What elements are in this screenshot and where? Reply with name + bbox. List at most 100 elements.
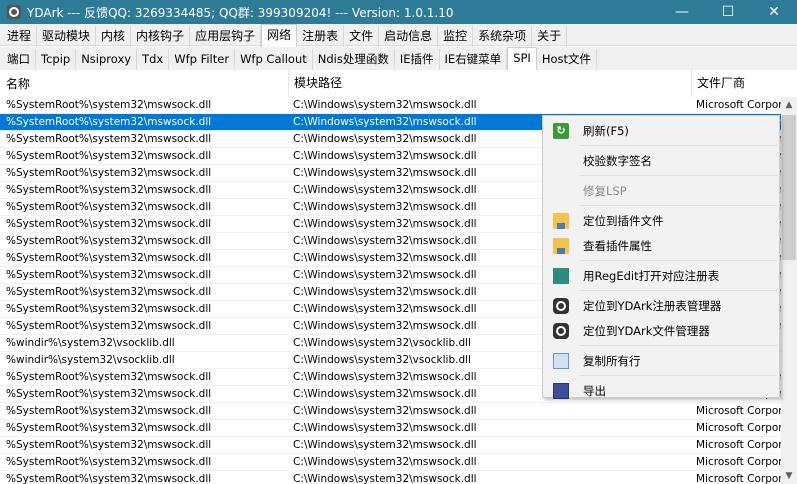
regedit-icon: [553, 267, 569, 284]
menu-item[interactable]: 修复LSP: [543, 178, 779, 203]
tab-main-4[interactable]: 应用层钩子: [190, 26, 262, 47]
column-header-path[interactable]: 模块路径: [288, 70, 691, 97]
cell-name: %windir%\system32\vsocklib.dll: [6, 337, 175, 349]
cell-name: %SystemRoot%\system32\mswsock.dll: [6, 201, 212, 213]
cell-path: C:\Windows\system32\mswsock.dll: [293, 422, 477, 434]
tab-main-9[interactable]: 监控: [438, 26, 474, 47]
tab-main-2[interactable]: 内核: [96, 26, 132, 47]
menu-separator: [580, 375, 777, 376]
cell-vendor: Microsoft Corpora: [696, 405, 781, 417]
window-title: YDArk --- 反馈QQ: 3269334485; QQ群: 3993092…: [27, 5, 454, 20]
cell-vendor: Microsoft Corpora: [696, 473, 781, 484]
tab-main-11[interactable]: 关于: [532, 26, 568, 47]
menu-separator: [580, 260, 777, 261]
menu-item[interactable]: 复制所有行: [543, 348, 779, 373]
table-row[interactable]: %SystemRoot%\system32\mswsock.dll C:\Wind…: [0, 97, 781, 114]
menu-item[interactable]: 定位到YDArk注册表管理器: [543, 293, 779, 318]
refresh-icon: ↻: [553, 122, 569, 139]
cell-name: %SystemRoot%\system32\mswsock.dll: [6, 320, 212, 332]
vertical-scrollbar[interactable]: ▲ ▼: [781, 97, 797, 484]
tab-main-7[interactable]: 文件: [344, 26, 380, 47]
cell-name: %SystemRoot%\system32\mswsock.dll: [6, 218, 212, 230]
app-gear-icon: [7, 5, 21, 19]
tab-sub-4[interactable]: Wfp Filter: [169, 49, 236, 70]
scroll-up-icon[interactable]: ▲: [781, 97, 797, 113]
tab-main-0[interactable]: 进程: [2, 26, 38, 47]
tab-main-1[interactable]: 驱动模块: [37, 26, 97, 47]
ydark-gear-icon: [553, 322, 569, 339]
tab-sub-8[interactable]: IE右键菜单: [440, 49, 508, 70]
menu-separator: [580, 205, 777, 206]
menu-item[interactable]: 导出: [543, 378, 779, 403]
tab-sub-9[interactable]: SPI: [507, 47, 537, 70]
menu-item[interactable]: ↻ 刷新(F5): [543, 118, 779, 143]
cell-name: %SystemRoot%\system32\mswsock.dll: [6, 456, 212, 468]
tab-sub-2[interactable]: Nsiproxy: [76, 49, 138, 70]
minimize-button[interactable]: —: [659, 0, 705, 24]
tab-sub-1[interactable]: Tcpip: [36, 49, 77, 70]
blank-icon: [553, 153, 569, 169]
cell-name: %SystemRoot%\system32\mswsock.dll: [6, 116, 212, 128]
table-row[interactable]: %SystemRoot%\system32\mswsock.dll C:\Wind…: [0, 471, 781, 484]
tab-sub-0[interactable]: 端口: [2, 49, 36, 70]
tab-main-10[interactable]: 系统杂项: [473, 26, 533, 47]
cell-name: %SystemRoot%\system32\mswsock.dll: [6, 371, 212, 383]
menu-item-label: 定位到YDArk文件管理器: [583, 323, 710, 338]
cell-path: C:\Windows\system32\mswsock.dll: [293, 439, 477, 451]
title-bar: YDArk --- 反馈QQ: 3269334485; QQ群: 3993092…: [0, 0, 797, 24]
cell-vendor: Microsoft Corpora: [696, 439, 781, 451]
table-row[interactable]: %SystemRoot%\system32\mswsock.dll C:\Wind…: [0, 420, 781, 437]
context-menu: ↻ 刷新(F5) 校验数字签名修复LSP 定位到插件文件查看插件属性用RegEdit打…: [542, 115, 780, 399]
cell-name: %SystemRoot%\system32\mswsock.dll: [6, 439, 212, 451]
cell-name: %SystemRoot%\system32\mswsock.dll: [6, 133, 212, 145]
menu-item-label: 用RegEdit打开对应注册表: [583, 268, 720, 283]
cell-name: %SystemRoot%\system32\mswsock.dll: [6, 252, 212, 264]
cell-path: C:\Windows\system32\mswsock.dll: [293, 456, 477, 468]
cell-name: %SystemRoot%\system32\mswsock.dll: [6, 388, 212, 400]
tab-main-8[interactable]: 启动信息: [379, 26, 439, 47]
menu-item[interactable]: 用RegEdit打开对应注册表: [543, 263, 779, 288]
cell-name: %SystemRoot%\system32\mswsock.dll: [6, 167, 212, 179]
menu-item-label: 定位到插件文件: [583, 213, 664, 228]
cell-name: %SystemRoot%\system32\mswsock.dll: [6, 235, 212, 247]
tab-sub-5[interactable]: Wfp Callout: [235, 49, 313, 70]
cell-path: C:\Windows\system32\mswsock.dll: [293, 99, 477, 111]
main-tab-bar: 进程 驱动模块 内核 内核钩子 应用层钩子 网络 注册表 文件 启动信息 监控 系统杂项 关于: [0, 24, 797, 47]
copy-icon: [553, 352, 569, 369]
menu-separator: [580, 290, 777, 291]
tab-sub-6[interactable]: Ndis处理函数: [313, 49, 395, 70]
table-row[interactable]: %SystemRoot%\system32\mswsock.dll C:\Wind…: [0, 403, 781, 420]
menu-item-label: 定位到YDArk注册表管理器: [583, 298, 722, 313]
maximize-button[interactable]: ☐: [705, 0, 751, 24]
tab-sub-3[interactable]: Tdx: [137, 49, 170, 70]
table-row[interactable]: %SystemRoot%\system32\mswsock.dll C:\Wind…: [0, 454, 781, 471]
menu-item[interactable]: 校验数字签名: [543, 148, 779, 173]
scroll-down-icon[interactable]: ▼: [781, 468, 797, 484]
column-header-vendor[interactable]: 文件厂商: [691, 70, 781, 97]
cell-path: C:\Windows\system32\mswsock.dll: [293, 405, 477, 417]
ydark-gear-icon: [553, 297, 569, 314]
menu-item[interactable]: 定位到YDArk文件管理器: [543, 318, 779, 343]
menu-item-label: 校验数字签名: [583, 153, 652, 168]
tab-main-6[interactable]: 注册表: [297, 26, 345, 47]
table-header: 名称 模块路径 文件厂商: [0, 70, 781, 97]
menu-separator: [580, 345, 777, 346]
table-row[interactable]: %SystemRoot%\system32\mswsock.dll C:\Wind…: [0, 437, 781, 454]
cell-path: C:\Windows\system32\mswsock.dll: [293, 473, 477, 484]
close-button[interactable]: ✕: [751, 0, 797, 24]
tab-sub-7[interactable]: IE插件: [395, 49, 440, 70]
cell-name: %SystemRoot%\system32\mswsock.dll: [6, 269, 212, 281]
tab-main-3[interactable]: 内核钩子: [131, 26, 191, 47]
cell-name: %SystemRoot%\system32\mswsock.dll: [6, 473, 212, 484]
cell-name: %SystemRoot%\system32\mswsock.dll: [6, 405, 212, 417]
tab-main-5[interactable]: 网络: [261, 24, 298, 47]
scroll-thumb[interactable]: [782, 115, 796, 260]
cell-vendor: Microsoft Corpora: [696, 456, 781, 468]
tab-sub-10[interactable]: Host文件: [537, 49, 598, 70]
column-header-name[interactable]: 名称: [0, 75, 288, 92]
cell-name: %SystemRoot%\system32\mswsock.dll: [6, 422, 212, 434]
save-icon: [553, 382, 569, 399]
menu-item[interactable]: 定位到插件文件: [543, 208, 779, 233]
menu-item-label: 导出: [583, 383, 606, 398]
menu-item[interactable]: 查看插件属性: [543, 233, 779, 258]
